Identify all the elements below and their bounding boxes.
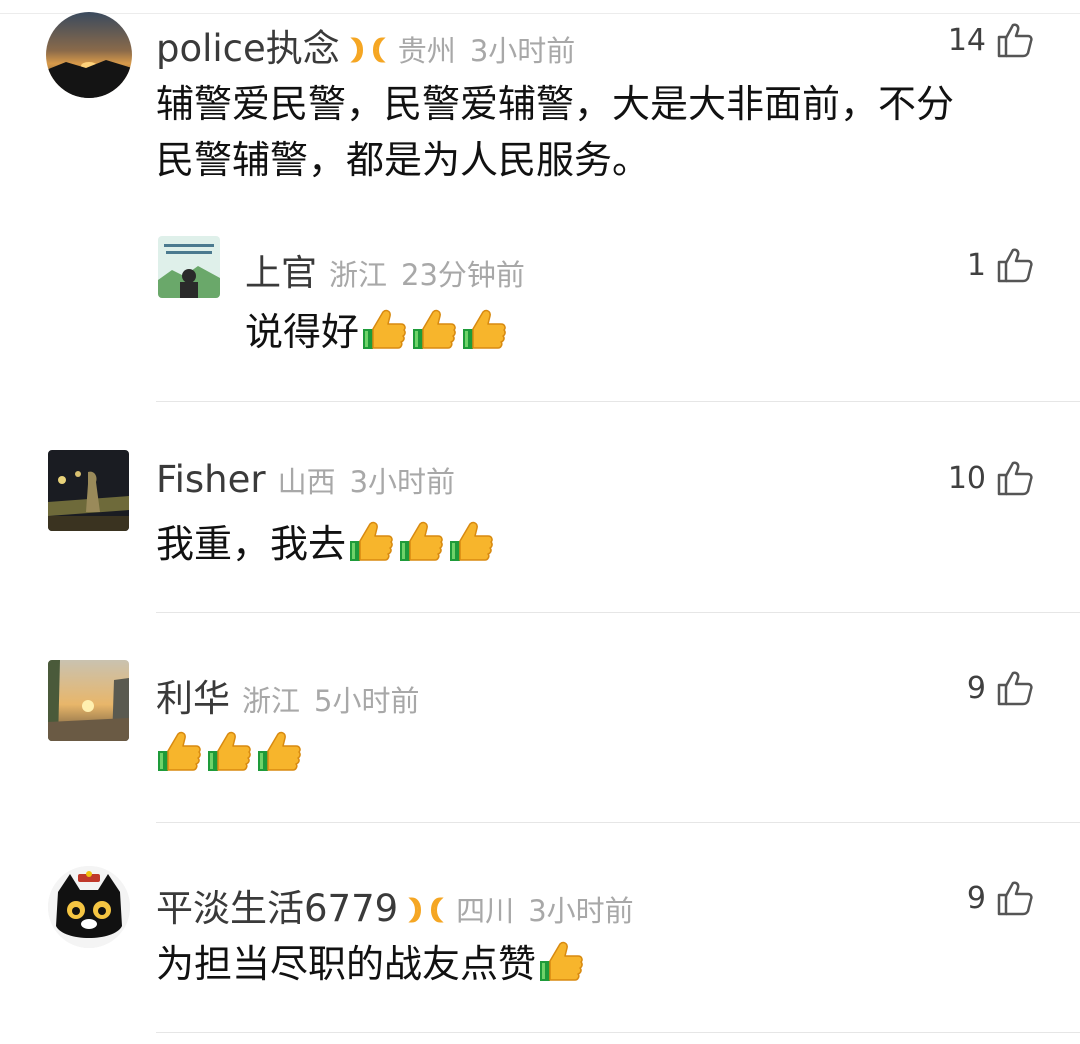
timestamp: 5小时前 (314, 684, 420, 718)
comment-meta: 利华 浙江 5小时前 (156, 668, 419, 722)
like-button[interactable]: 10 (948, 458, 1034, 498)
thumbs-up-emoji (208, 731, 251, 771)
username[interactable]: police执念 (156, 18, 340, 72)
like-count: 9 (966, 670, 986, 706)
comment-text (154, 726, 304, 782)
thumbs-up-emoji (258, 731, 301, 771)
vip-badge-icon (408, 895, 444, 929)
comment-text-line: 民警辅警，都是为人民服务。 (156, 138, 651, 182)
timestamp: 3小时前 (469, 34, 576, 68)
like-count: 1 (966, 247, 986, 283)
top-divider (0, 13, 1080, 14)
avatar[interactable] (48, 450, 129, 531)
emoji-group (346, 521, 496, 566)
comment-text-line: 我重，我去 (156, 522, 347, 566)
divider (156, 401, 1080, 402)
emoji-group (536, 941, 586, 986)
like-button[interactable]: 9 (967, 668, 1034, 708)
region: 浙江 (329, 258, 388, 292)
comment-meta: Fisher 山西 3小时前 (156, 458, 455, 501)
username[interactable]: 利华 (156, 668, 230, 722)
emoji-group (359, 309, 509, 354)
comment-meta: 上官 浙江 23分钟前 (245, 244, 525, 296)
thumbs-up-emoji (158, 731, 201, 771)
thumbs-up-outline-icon (997, 23, 1033, 58)
thumbs-up-emoji (350, 521, 393, 561)
comment-text: 说得好 (245, 304, 509, 360)
comment-text-line: 说得好 (245, 310, 360, 354)
timestamp: 3小时前 (528, 894, 634, 928)
thumbs-up-emoji (463, 309, 506, 349)
thumbs-up-outline-icon (997, 671, 1033, 706)
region: 四川 (456, 894, 515, 928)
region: 浙江 (242, 684, 301, 718)
thumbs-up-outline-icon (997, 881, 1033, 916)
username[interactable]: 上官 (245, 244, 317, 296)
thumbs-up-emoji (450, 521, 493, 561)
timestamp: 3小时前 (349, 465, 456, 499)
avatar[interactable] (46, 12, 132, 98)
region: 贵州 (397, 34, 456, 68)
divider (156, 1032, 1080, 1033)
like-button[interactable]: 1 (967, 245, 1034, 285)
thumbs-up-emoji (540, 941, 583, 981)
username[interactable]: Fisher (156, 458, 266, 501)
comment-text: 辅警爱民警，民警爱辅警，大是大非面前，不分 民警辅警，都是为人民服务。 (156, 76, 954, 188)
avatar[interactable] (48, 866, 130, 948)
avatar[interactable] (158, 236, 220, 298)
divider (156, 612, 1080, 613)
username[interactable]: 平淡生活6779 (156, 878, 398, 932)
thumbs-up-emoji (363, 309, 406, 349)
like-button[interactable]: 14 (948, 20, 1034, 60)
timestamp: 23分钟前 (401, 258, 525, 292)
comment-meta: 平淡生活6779 四川 3小时前 (156, 878, 634, 932)
comment-text: 为担当尽职的战友点赞 (156, 936, 586, 992)
like-count: 9 (966, 880, 986, 916)
like-count: 10 (947, 460, 986, 496)
comment-meta: police执念 贵州 3小时前 (156, 18, 575, 72)
emoji-group (154, 731, 304, 776)
avatar[interactable] (48, 660, 129, 741)
comment-text-line: 为担当尽职的战友点赞 (156, 942, 537, 986)
comment-text: 我重，我去 (156, 516, 496, 572)
like-button[interactable]: 9 (967, 878, 1034, 918)
vip-badge-icon (350, 35, 386, 69)
thumbs-up-emoji (413, 309, 456, 349)
region: 山西 (277, 465, 336, 499)
thumbs-up-emoji (400, 521, 443, 561)
comment-text-line: 辅警爱民警，民警爱辅警，大是大非面前，不分 (156, 82, 955, 126)
divider (156, 822, 1080, 823)
like-count: 14 (947, 22, 986, 58)
thumbs-up-outline-icon (997, 461, 1033, 496)
thumbs-up-outline-icon (997, 248, 1033, 283)
